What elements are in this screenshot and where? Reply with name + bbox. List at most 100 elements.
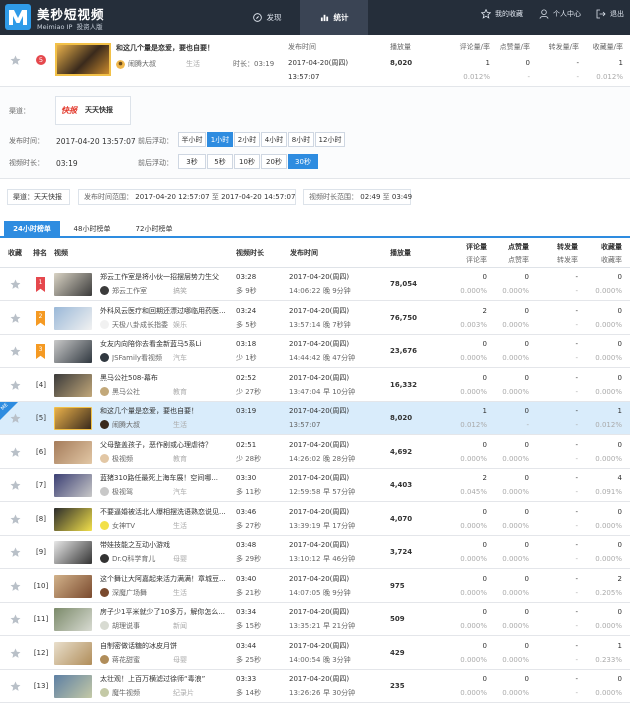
logout-link[interactable]: 退出: [596, 9, 624, 19]
table-row[interactable]: 3 女友内向陪你去看金新蓝马5系Li JSFamily看视频 汽车 03:18 …: [0, 335, 630, 368]
channel-name[interactable]: 天极八卦成长指委: [112, 321, 170, 330]
channel-name[interactable]: 闹腾大叔: [112, 421, 170, 430]
video-title[interactable]: 不要逼婚被活北人爆相摆洗语熟恋说见...: [100, 508, 225, 517]
channel-avatar-icon: [100, 588, 109, 597]
table-row[interactable]: [7] 蓝猪310路任最死上海车展！空间哪... 极视驾 汽车 03:30 多 …: [0, 469, 630, 502]
channel-name[interactable]: 魔牛视频: [112, 689, 170, 698]
table-row[interactable]: [4] 黑马公社508-幕布 黑马公社 教育 02:52 少 27秒 2017-…: [0, 369, 630, 402]
duration-float-option[interactable]: 5秒: [207, 154, 233, 169]
favorite-star-icon[interactable]: [10, 514, 21, 525]
channel-name[interactable]: 极视驾: [112, 488, 170, 497]
table-row[interactable]: [9] 带娃技能之互动小游戏 Dr.Q科学育儿 母婴 03:48 多 29秒 2…: [0, 536, 630, 569]
video-title[interactable]: 这个舞让大阿嘉起来活力满满！章城豆...: [100, 575, 225, 584]
selected-plays: 8,020: [390, 59, 413, 67]
video-duration: 03:46: [236, 508, 257, 516]
table-row[interactable]: 2 外科风云医疗和回期还漂过哪临用药医... 天极八卦成长指委 娱乐 03:24…: [0, 302, 630, 335]
table-row[interactable]: 1 郑云工作室是将小伙一招摆层势力生父 郑云工作室 搞笑 03:28 多 9秒 …: [0, 268, 630, 301]
table-row[interactable]: [10] 这个舞让大阿嘉起来活力满满！章城豆... 深魔广场舞 生活 03:40…: [0, 570, 630, 603]
channel-name[interactable]: 胡理说事: [112, 622, 170, 631]
time-float-option[interactable]: 4小时: [261, 132, 287, 147]
time-float-option[interactable]: 半小时: [178, 132, 206, 147]
table-row[interactable]: [11] 房子少1平米就少了10多万，解你怎么... 胡理说事 新闻 03:34…: [0, 603, 630, 636]
video-duration: 02:51: [236, 441, 257, 449]
channel-name[interactable]: Dr.Q科学育儿: [112, 555, 170, 564]
favorite-star-icon[interactable]: [10, 614, 21, 625]
duration-float-option[interactable]: 30秒: [288, 154, 318, 169]
profile-link[interactable]: 个人中心: [539, 9, 581, 19]
video-title[interactable]: 和这几个量是恋爱，要也自要！: [100, 407, 225, 416]
nav-stats[interactable]: 统计: [300, 0, 368, 35]
favs-rate: 0.000%: [595, 455, 622, 463]
favorite-star-icon[interactable]: [10, 681, 21, 692]
meimiao-logo-icon[interactable]: [5, 4, 31, 30]
channel-name[interactable]: 极视频: [112, 455, 170, 464]
video-duration: 03:30: [236, 474, 257, 482]
video-thumbnail[interactable]: [54, 508, 92, 531]
favs-rate: 0.000%: [595, 555, 622, 563]
nav-discover[interactable]: 发现: [232, 0, 302, 35]
selected-channel-name[interactable]: 闹腾大叔: [128, 60, 156, 69]
favorite-star-icon[interactable]: [10, 447, 21, 458]
channel-chip[interactable]: 快报 天天快报: [55, 96, 131, 125]
duration-float-option[interactable]: 20秒: [261, 154, 287, 169]
time-float-option[interactable]: 8小时: [288, 132, 314, 147]
video-title[interactable]: 带娃技能之互动小游戏: [100, 541, 225, 550]
favorite-star-icon[interactable]: [10, 279, 21, 290]
video-thumbnail[interactable]: [54, 407, 92, 430]
favorite-star-icon[interactable]: [10, 648, 21, 659]
video-title[interactable]: 外科风云医疗和回期还漂过哪临用药医...: [100, 307, 225, 316]
video-title[interactable]: 蓝猪310路任最死上海车展！空间哪...: [100, 474, 225, 483]
table-row[interactable]: ME [5] 和这几个量是恋爱，要也自要！ 闹腾大叔 生活 03:19 2017…: [0, 402, 630, 435]
favorite-star-icon[interactable]: [10, 581, 21, 592]
favorite-star-icon[interactable]: [10, 413, 21, 424]
selected-video-thumbnail[interactable]: [55, 43, 111, 76]
video-thumbnail[interactable]: [54, 608, 92, 631]
favorite-star-icon[interactable]: [10, 313, 21, 324]
favorite-star-icon[interactable]: [10, 346, 21, 357]
favorite-star-icon[interactable]: [10, 547, 21, 558]
video-title[interactable]: 郑云工作室是将小伙一招摆层势力生父: [100, 273, 225, 282]
video-thumbnail[interactable]: [54, 374, 92, 397]
video-title[interactable]: 父母整盖孩子，恶作剧或心理虐待？: [100, 441, 225, 450]
video-title[interactable]: 黑马公社508-幕布: [100, 374, 225, 383]
tab-72h[interactable]: 72小时榜单: [124, 221, 184, 237]
table-row[interactable]: [12] 自制密做话糖的冰皮月饼 蒋花甜蜜 母婴 03:44 多 25秒 201…: [0, 637, 630, 670]
video-title[interactable]: 自制密做话糖的冰皮月饼: [100, 642, 225, 651]
video-thumbnail[interactable]: [54, 340, 92, 363]
table-row[interactable]: [6] 父母整盖孩子，恶作剧或心理虐待？ 极视频 教育 02:51 少 28秒 …: [0, 436, 630, 469]
tab-48h[interactable]: 48小时榜单: [62, 221, 122, 237]
duration-float-option[interactable]: 10秒: [234, 154, 260, 169]
brand-ip: Meimiao IP: [37, 23, 73, 31]
video-title[interactable]: 太壮观！上百万横滤过徐师“毒浪”: [100, 675, 225, 684]
favorite-star-icon[interactable]: [10, 55, 21, 66]
favorite-star-icon[interactable]: [10, 380, 21, 391]
table-row[interactable]: [8] 不要逼婚被活北人爆相摆洗语熟恋说见... 女神TV 生活 03:46 多…: [0, 503, 630, 536]
video-thumbnail[interactable]: [54, 675, 92, 698]
video-thumbnail[interactable]: [54, 307, 92, 330]
time-float-option[interactable]: 1小时: [207, 132, 233, 147]
channel-name[interactable]: 郑云工作室: [112, 287, 170, 296]
favorite-star-icon[interactable]: [10, 480, 21, 491]
duration-float-option[interactable]: 3秒: [178, 154, 206, 169]
video-thumbnail[interactable]: [54, 474, 92, 497]
video-title[interactable]: 房子少1平米就少了10多万，解你怎么...: [100, 608, 225, 617]
channel-name[interactable]: 蒋花甜蜜: [112, 656, 170, 665]
video-thumbnail[interactable]: [54, 541, 92, 564]
channel-name[interactable]: 深魔广场舞: [112, 589, 170, 598]
video-thumbnail[interactable]: [54, 642, 92, 665]
channel-name[interactable]: 女神TV: [112, 522, 170, 531]
tab-24h[interactable]: 24小时榜单: [4, 221, 60, 237]
channel-name[interactable]: 黑马公社: [112, 388, 170, 397]
time-float-option[interactable]: 2小时: [234, 132, 260, 147]
video-thumbnail[interactable]: [54, 441, 92, 464]
video-title[interactable]: 女友内向陪你去看金新蓝马5系Li: [100, 340, 225, 349]
channel-avatar-icon: [100, 621, 109, 630]
video-thumbnail[interactable]: [54, 575, 92, 598]
video-category: 教育: [173, 388, 187, 396]
table-row[interactable]: [13] 太壮观！上百万横滤过徐师“毒浪” 魔牛视频 纪录片 03:33 多 1…: [0, 670, 630, 703]
time-float-option[interactable]: 12小时: [315, 132, 345, 147]
channel-name[interactable]: JSFamily看视频: [112, 354, 170, 363]
video-thumbnail[interactable]: [54, 273, 92, 296]
selected-video-title[interactable]: 和这几个量是恋爱，要也自要！: [116, 44, 214, 53]
my-favorites-link[interactable]: 我的收藏: [481, 9, 523, 19]
